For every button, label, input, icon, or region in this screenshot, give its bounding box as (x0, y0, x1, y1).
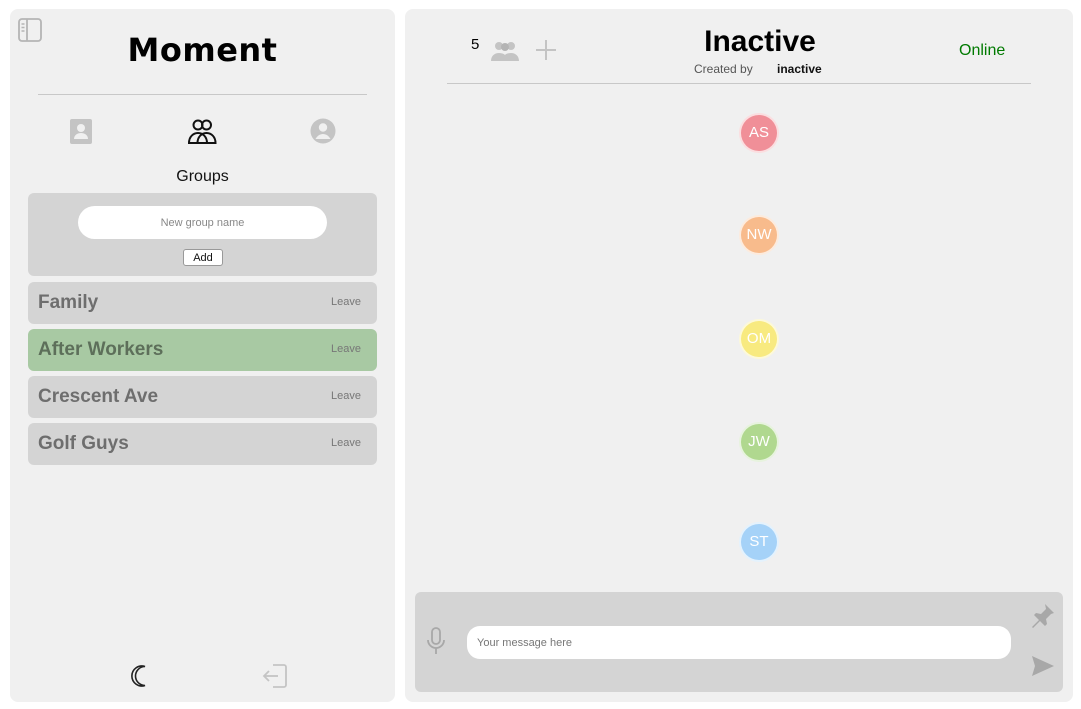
group-item-golf-guys[interactable]: Golf Guys Leave (28, 423, 377, 465)
leave-group-button[interactable]: Leave (331, 390, 361, 402)
creator-name: inactive (777, 62, 822, 76)
group-name: After Workers (38, 339, 164, 360)
new-group-form: Add (28, 193, 377, 276)
sidebar: Moment Groups Add Family Leave After Wor… (10, 9, 395, 702)
contact-book-icon[interactable] (65, 115, 97, 147)
add-group-button[interactable]: Add (183, 249, 223, 266)
section-title: Groups (176, 168, 229, 185)
new-group-name-input[interactable] (78, 206, 327, 239)
avatar[interactable]: ST (739, 522, 779, 562)
plus-icon[interactable] (534, 38, 558, 62)
group-item-after-workers[interactable]: After Workers Leave (28, 329, 377, 371)
member-count: 5 (471, 36, 480, 53)
online-status: Online (959, 42, 1006, 59)
microphone-icon[interactable] (426, 626, 446, 656)
group-name: Golf Guys (38, 433, 129, 454)
created-by-label: Created by (694, 62, 753, 76)
leave-group-button[interactable]: Leave (331, 296, 361, 308)
group-item-family[interactable]: Family Leave (28, 282, 377, 324)
message-composer (415, 592, 1063, 692)
user-circle-icon[interactable] (307, 115, 339, 147)
leave-group-button[interactable]: Leave (331, 343, 361, 355)
logout-icon[interactable] (261, 662, 289, 690)
avatar[interactable]: NW (739, 215, 779, 255)
avatar[interactable]: OM (739, 319, 779, 359)
pin-icon[interactable] (1028, 602, 1056, 630)
leave-group-button[interactable]: Leave (331, 437, 361, 449)
avatar[interactable]: JW (739, 422, 779, 462)
header-divider (447, 83, 1031, 84)
moon-icon[interactable] (129, 663, 151, 689)
chat-panel: 5 Inactive Created by inactive Online AS… (405, 9, 1073, 702)
sidebar-divider (38, 94, 367, 95)
app-title: Moment (127, 31, 278, 69)
send-icon[interactable] (1031, 655, 1055, 677)
group-name: Crescent Ave (38, 386, 159, 407)
group-item-crescent-ave[interactable]: Crescent Ave Leave (28, 376, 377, 418)
members-icon[interactable] (489, 39, 521, 63)
chat-title: Inactive (704, 25, 816, 58)
avatar[interactable]: AS (739, 113, 779, 153)
message-input[interactable] (467, 626, 1011, 659)
groups-icon[interactable] (186, 115, 218, 147)
group-name: Family (38, 292, 99, 313)
